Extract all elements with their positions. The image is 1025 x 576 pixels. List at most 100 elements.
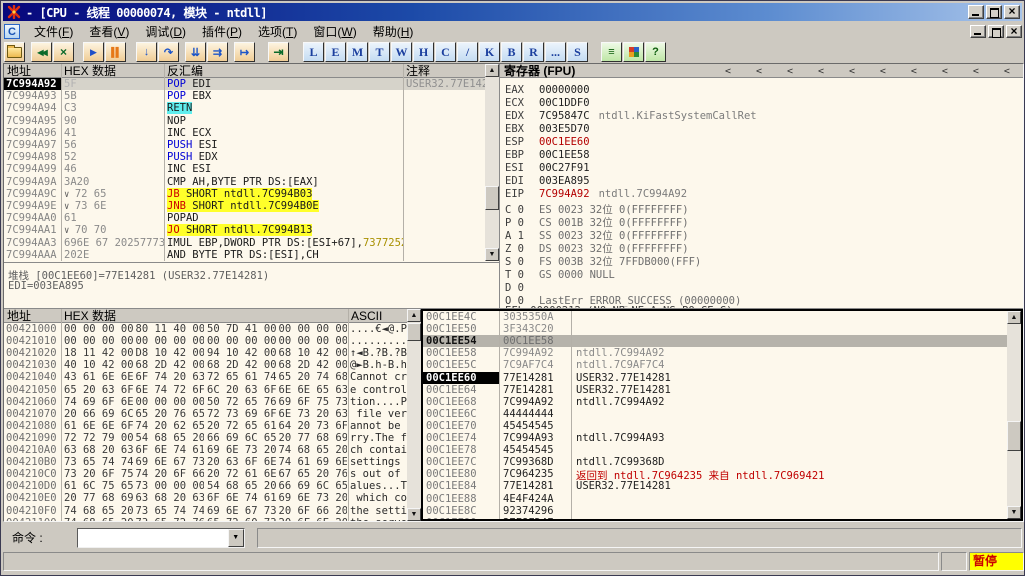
stack-row[interactable]: 00C1EE807C964235返回到 ntdll.7C964235 来自 nt… xyxy=(423,468,1007,480)
dump-row[interactable]: 004210B073 65 74 7469 6E 67 7320 63 6F 6… xyxy=(4,456,407,468)
stack-row[interactable]: 00C1EE7045454545 xyxy=(423,420,1007,432)
disasm-row[interactable]: 7C994A9852PUSH EDX xyxy=(4,151,485,163)
flag-row[interactable]: P 0CS 001B 32位 0(FFFFFFFF) xyxy=(505,217,689,230)
register-bank-chevron[interactable]: < xyxy=(818,66,824,77)
register-bank-chevron[interactable]: < xyxy=(1004,66,1010,77)
dump-row[interactable]: 004210A063 68 20 636F 6E 74 6169 6E 73 2… xyxy=(4,444,407,456)
scroll-down-button[interactable]: ▼ xyxy=(485,248,499,261)
disasm-row[interactable]: 7C994A9C∨ 72 65JB SHORT ntdll.7C994B03 xyxy=(4,188,485,200)
trace-into-button[interactable]: ⇊ xyxy=(185,42,206,62)
register-bank-chevron[interactable]: < xyxy=(973,66,979,77)
dump-row[interactable]: 0042105065 20 63 6F6E 74 72 6F6C 20 63 6… xyxy=(4,384,407,396)
disasm-row[interactable]: 7C994A9756PUSH ESI xyxy=(4,139,485,151)
menu-view[interactable]: 查看(V) xyxy=(81,23,137,40)
scroll-thumb[interactable] xyxy=(407,323,421,341)
register-row[interactable]: EBX003E5D70 xyxy=(505,123,590,136)
scroll-up-button[interactable]: ▲ xyxy=(407,309,421,322)
stack-row[interactable]: 00C1EE587C994A92ntdll.7C994A92 xyxy=(423,347,1007,359)
scroll-down-button[interactable]: ▼ xyxy=(407,508,421,521)
register-bank-chevron[interactable]: < xyxy=(725,66,731,77)
disasm-row[interactable]: 7C994A94C3RETN xyxy=(4,102,485,114)
scroll-up-button[interactable]: ▲ xyxy=(485,64,499,77)
stack-row[interactable]: 00C1EE8C92374296 xyxy=(423,505,1007,517)
command-input[interactable] xyxy=(78,529,228,547)
dump-row[interactable]: 0042103040 10 42 0068 2D 42 0068 2D 42 0… xyxy=(4,359,407,371)
dump-scrollbar[interactable]: ▲ ▼ xyxy=(407,309,421,521)
go-to-address-button[interactable]: ⇥ xyxy=(268,42,289,62)
flag-row[interactable]: Z 0DS 0023 32位 0(FFFFFFFF) xyxy=(505,243,689,256)
scroll-down-button[interactable]: ▼ xyxy=(1007,506,1021,519)
register-row[interactable]: ESI00C27F91 xyxy=(505,162,590,175)
register-bank-chevron[interactable]: < xyxy=(942,66,948,77)
menu-plugins[interactable]: 插件(P) xyxy=(194,23,250,40)
view-threads-button[interactable]: T xyxy=(369,42,390,62)
dump-row[interactable]: 0042107020 66 69 6C65 20 76 6572 73 69 6… xyxy=(4,408,407,420)
stack-row[interactable]: 00C1EE4C3035350A xyxy=(423,311,1007,323)
register-row[interactable]: EAX00000000 xyxy=(505,84,590,97)
stack-row[interactable]: 00C1EE884E4F424A xyxy=(423,493,1007,505)
view-handles-button[interactable]: H xyxy=(413,42,434,62)
view-modules-button[interactable]: E xyxy=(325,42,346,62)
dump-row[interactable]: 0042102018 11 42 00D8 10 42 0094 10 42 0… xyxy=(4,347,407,359)
title-bar[interactable]: - [CPU - 线程 00000074, 模块 - ntdll] × xyxy=(3,3,1022,21)
appearance-button[interactable] xyxy=(623,42,644,62)
dump-row[interactable]: 0042110074 68 65 2073 65 72 7665 72 60 7… xyxy=(4,517,407,521)
view-source-button[interactable]: S xyxy=(567,42,588,62)
register-bank-chevron[interactable]: < xyxy=(880,66,886,77)
help-button[interactable]: ? xyxy=(645,42,666,62)
flag-row[interactable]: A 1SS 0023 32位 0(FFFFFFFF) xyxy=(505,230,689,243)
step-over-button[interactable]: ↷ xyxy=(158,42,179,62)
menu-debug[interactable]: 调试(D) xyxy=(137,23,194,40)
stack-row[interactable]: 00C1EE9027F8FD4E xyxy=(423,517,1007,519)
dump-row[interactable]: 0042108061 6E 6E 6F74 20 62 6520 72 65 6… xyxy=(4,420,407,432)
command-combobox[interactable]: ▼ xyxy=(77,528,245,548)
register-row[interactable]: EDX7C95847Cntdll.KiFastSystemCallRet xyxy=(505,110,757,123)
menu-window[interactable]: 窗口(W) xyxy=(305,23,364,40)
scroll-thumb[interactable] xyxy=(485,186,499,210)
disasm-row[interactable]: 7C994A9A3A20CMP AH,BYTE PTR DS:[EAX] xyxy=(4,176,485,188)
disasm-row[interactable]: 7C994AA061POPAD xyxy=(4,212,485,224)
stack-row[interactable]: 00C1EE7C7C99368Dntdll.7C99368D xyxy=(423,456,1007,468)
disasm-row[interactable]: 7C994A9E∨ 73 6EJNB SHORT ntdll.7C994B0E xyxy=(4,200,485,212)
disasm-row[interactable]: 7C994A9641INC ECX xyxy=(4,127,485,139)
mdi-restore-button[interactable] xyxy=(988,25,1004,38)
view-patches-button[interactable]: / xyxy=(457,42,478,62)
disasm-row[interactable]: 7C994AA1∨ 70 70JO SHORT ntdll.7C994B13 xyxy=(4,224,485,236)
dump-row[interactable]: 004210F074 68 65 2073 65 74 7469 6E 67 7… xyxy=(4,505,407,517)
register-bank-chevron[interactable]: < xyxy=(849,66,855,77)
dump-row[interactable]: 0042106074 69 6F 6E00 00 00 0050 72 65 7… xyxy=(4,396,407,408)
stack-row[interactable]: 00C1EE6077E14281USER32.77E14281 xyxy=(423,372,1007,384)
view-references-button[interactable]: R xyxy=(523,42,544,62)
menu-file[interactable]: 文件(F) xyxy=(26,23,81,40)
register-bank-chevron[interactable]: < xyxy=(911,66,917,77)
pause-button[interactable]: ▌▌ xyxy=(105,42,126,62)
debugging-options-button[interactable]: ≡ xyxy=(601,42,622,62)
view-breakpoints-button[interactable]: B xyxy=(501,42,522,62)
dump-row[interactable]: 0042109072 72 79 0054 68 65 2066 69 6C 6… xyxy=(4,432,407,444)
disasm-row[interactable]: 7C994A9590NOP xyxy=(4,115,485,127)
run-button[interactable]: ▶ xyxy=(83,42,104,62)
view-windows-button[interactable]: W xyxy=(391,42,412,62)
disasm-row[interactable]: 7C994A9946INC ESI xyxy=(4,163,485,175)
dump-row[interactable]: 004210E020 77 68 6963 68 20 636F 6E 74 6… xyxy=(4,492,407,504)
flag-row[interactable]: S 0FS 003B 32位 7FFDB000(FFF) xyxy=(505,256,701,269)
stack-row[interactable]: 00C1EE8477E14281USER32.77E14281 xyxy=(423,480,1007,492)
dump-row[interactable]: 0042100000 00 00 0080 11 40 0050 7D 41 0… xyxy=(4,323,407,335)
step-into-button[interactable]: ↓ xyxy=(136,42,157,62)
view-call-stack-button[interactable]: K xyxy=(479,42,500,62)
register-row[interactable]: EBP00C1EE58 xyxy=(505,149,590,162)
stack-row[interactable]: 00C1EE687C994A92ntdll.7C994A92 xyxy=(423,396,1007,408)
stack-scrollbar[interactable]: ▲ ▼ xyxy=(1007,311,1021,519)
minimize-button[interactable] xyxy=(968,5,984,19)
close-button[interactable]: × xyxy=(1004,5,1020,19)
stack-row[interactable]: 00C1EE6C44444444 xyxy=(423,408,1007,420)
scroll-thumb[interactable] xyxy=(1007,421,1021,451)
stack-row[interactable]: 00C1EE5400C1EE58 xyxy=(423,335,1007,347)
view-log-button[interactable]: L xyxy=(303,42,324,62)
register-row[interactable]: ESP00C1EE60 xyxy=(505,136,590,149)
view-cpu-button[interactable]: C xyxy=(435,42,456,62)
disasm-scrollbar[interactable]: ▲ ▼ xyxy=(485,64,499,261)
disasm-row[interactable]: 7C994AAA202EAND BYTE PTR DS:[ESI],CH xyxy=(4,249,485,261)
disasm-row[interactable]: 7C994A925FPOP EDIUSER32.77E14281 xyxy=(4,78,485,90)
dump-row[interactable]: 0042104043 61 6E 6E6F 74 20 6372 65 61 7… xyxy=(4,371,407,383)
